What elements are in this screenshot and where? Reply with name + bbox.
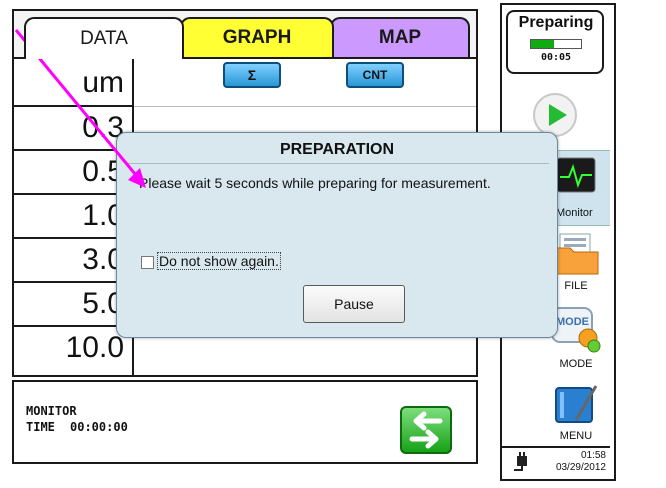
- monitor-panel: MONITOR TIME 00:00:00: [12, 380, 478, 464]
- mode-icon-text: MODE: [556, 316, 589, 328]
- tab-bar: DATA GRAPH MAP: [14, 11, 476, 59]
- dialog-message: Please wait 5 seconds while preparing fo…: [139, 175, 491, 191]
- status-timer: 00:05: [540, 52, 572, 63]
- tab-graph-label: GRAPH: [222, 27, 292, 48]
- monitor-time-label: TIME: [26, 420, 55, 434]
- folder-icon[interactable]: [552, 232, 600, 276]
- pause-button[interactable]: Pause: [303, 285, 405, 323]
- sum-button[interactable]: Σ: [223, 62, 281, 88]
- tab-data[interactable]: DATA: [24, 17, 184, 59]
- dialog-divider: [125, 163, 549, 164]
- preparation-dialog: PREPARATION Please wait 5 seconds while …: [116, 132, 558, 338]
- arrows-exchange-icon[interactable]: [400, 406, 452, 454]
- status-title: Preparing: [518, 14, 594, 31]
- count-button[interactable]: CNT: [346, 62, 404, 88]
- menu-icon[interactable]: [554, 384, 600, 426]
- dialog-title: PREPARATION: [279, 141, 395, 158]
- do-not-show-checkbox[interactable]: [141, 256, 154, 269]
- menu-label: MENU: [559, 430, 593, 442]
- tab-map-label: MAP: [378, 27, 422, 48]
- heartbeat-monitor-icon: [556, 157, 596, 193]
- monitor-time-value: 00:00:00: [70, 420, 128, 434]
- header-right-cell: [134, 59, 476, 107]
- status-box: Preparing 00:05: [506, 10, 604, 74]
- tab-graph[interactable]: GRAPH: [180, 17, 334, 57]
- do-not-show-label[interactable]: Do not show again.: [157, 252, 281, 270]
- tab-data-label: DATA: [80, 28, 128, 49]
- sidebar-footer: 01:58 03/29/2012: [502, 446, 610, 478]
- progress-fill: [531, 40, 554, 48]
- tab-map[interactable]: MAP: [330, 17, 470, 57]
- power-plug-icon: [512, 452, 532, 474]
- clock-time: 01:58: [580, 450, 606, 461]
- monitor-mode-label: MONITOR: [26, 404, 77, 418]
- size-row-label: 10.0: [14, 327, 134, 375]
- monitor-label: Monitor: [556, 207, 593, 219]
- clock-date: 03/29/2012: [555, 462, 606, 473]
- progress-bar: [530, 39, 582, 49]
- mode-label: MODE: [559, 358, 593, 370]
